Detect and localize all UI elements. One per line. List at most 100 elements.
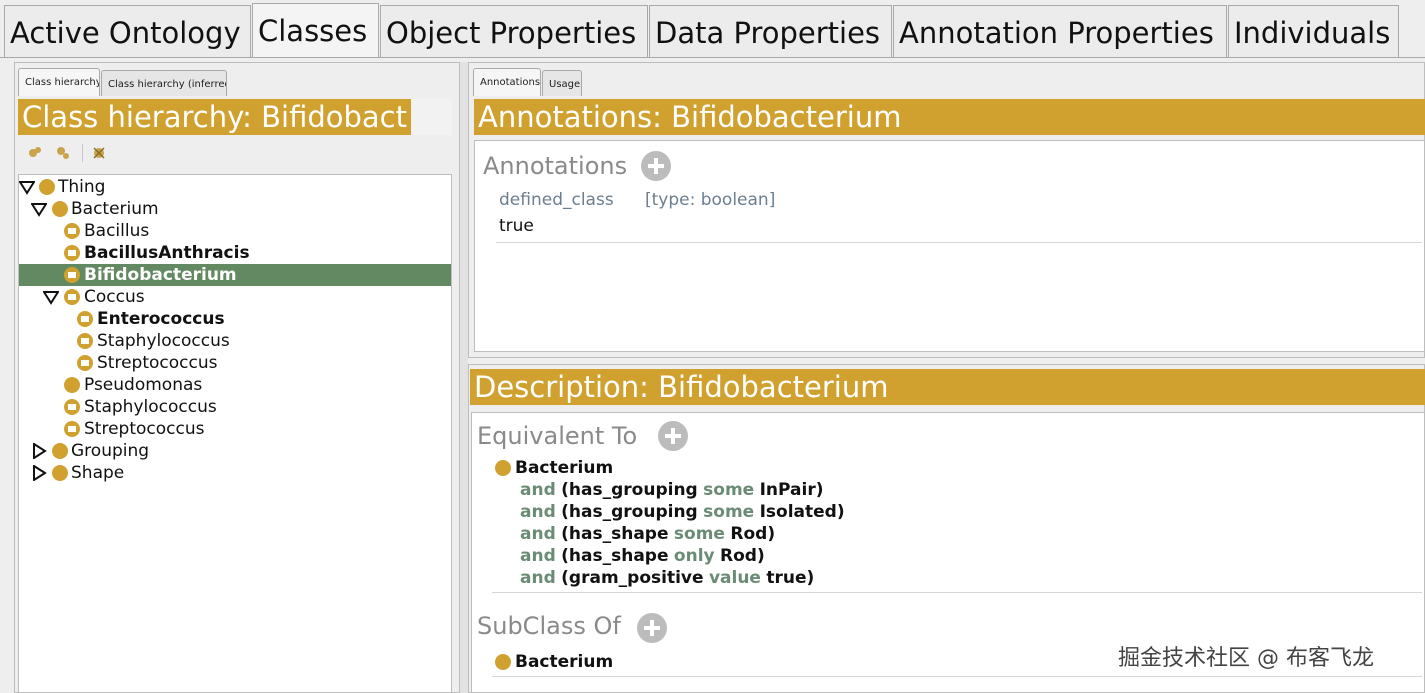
keyword-and: and: [520, 502, 556, 522]
defined-class-icon: [77, 311, 93, 327]
defined-class-icon: [77, 355, 93, 371]
keyword-and: and: [520, 546, 556, 566]
tab-class-hierarchy[interactable]: Class hierarchy: [18, 68, 100, 96]
tree-row-enterococcus[interactable]: Enterococcus: [19, 308, 451, 330]
collapsed-triangle-icon[interactable]: [31, 443, 47, 459]
equivalent-expression-line: and (has_grouping some Isolated): [520, 501, 845, 523]
defined-class-icon: [64, 267, 80, 283]
delete-class-icon[interactable]: [92, 146, 106, 160]
tab-usage[interactable]: Usage: [542, 70, 582, 96]
class-icon: [52, 201, 68, 217]
add-subclass-icon[interactable]: [28, 146, 42, 160]
collapsed-triangle-icon[interactable]: [31, 465, 47, 481]
tree-item-label: Bifidobacterium: [84, 265, 237, 285]
panel-splitter[interactable]: [460, 62, 468, 693]
expression-part: (has_grouping: [561, 480, 698, 500]
annotations-section-title: Annotations: [483, 152, 628, 180]
equivalent-expression-line: and (has_shape some Rod): [520, 523, 775, 545]
tab-annotation-properties[interactable]: Annotation Properties: [893, 5, 1227, 57]
equivalent-class-name[interactable]: Bacterium: [515, 457, 613, 479]
tab-object-properties[interactable]: Object Properties: [380, 5, 648, 57]
keyword-restriction: some: [703, 502, 755, 522]
annotations-header: Annotations: Bifidobacterium: [474, 99, 1425, 135]
keyword-restriction: some: [673, 524, 725, 544]
annotation-value[interactable]: true: [499, 215, 534, 237]
tree-row-thing[interactable]: Thing: [19, 176, 451, 198]
add-superclass-icon[interactable]: [637, 613, 667, 643]
keyword-restriction: only: [673, 546, 715, 566]
tree-row-staphylococcus[interactable]: Staphylococcus: [19, 396, 451, 418]
defined-class-icon: [64, 223, 80, 239]
subclass-of-class-name[interactable]: Bacterium: [515, 651, 613, 673]
toolbar-separator: [82, 144, 83, 162]
tree-row-streptococcus-coccus[interactable]: Streptococcus: [19, 352, 451, 374]
class-hierarchy-header: Class hierarchy: Bifidobact: [18, 99, 411, 135]
header-blank: [411, 99, 452, 135]
equivalent-to-title: Equivalent To: [477, 422, 638, 450]
defined-class-icon: [64, 245, 80, 261]
expression-filler: true): [766, 568, 815, 588]
defined-class-icon: [64, 289, 80, 305]
tab-annotations[interactable]: Annotations: [473, 68, 541, 96]
tree-row-staphylococcus-coccus[interactable]: Staphylococcus: [19, 330, 451, 352]
equivalent-expression-line: and (has_shape only Rod): [520, 545, 765, 567]
tree-item-label: BacillusAnthracis: [84, 243, 250, 263]
expression-part: (gram_positive: [561, 568, 704, 588]
add-sibling-icon[interactable]: [56, 146, 70, 160]
tree-item-label: Enterococcus: [97, 309, 225, 329]
tree-row-bacillus-anthracis[interactable]: BacillusAnthracis: [19, 242, 451, 264]
class-icon: [495, 654, 511, 670]
tree-item-label: Shape: [71, 463, 125, 483]
class-icon: [52, 443, 68, 459]
tab-data-properties[interactable]: Data Properties: [649, 5, 892, 57]
tree-row-bacillus[interactable]: Bacillus: [19, 220, 451, 242]
class-icon: [39, 179, 55, 195]
tree-row-coccus[interactable]: Coccus: [19, 286, 451, 308]
tab-bar-divider: [0, 57, 1425, 58]
keyword-restriction: some: [703, 480, 755, 500]
equivalent-expression-line: and (gram_positive value true): [520, 567, 814, 589]
add-equivalent-icon[interactable]: [658, 421, 688, 451]
tree-item-label: Grouping: [71, 441, 150, 461]
tab-active-ontology[interactable]: Active Ontology: [4, 5, 251, 57]
expand-triangle-icon[interactable]: [43, 289, 59, 305]
class-icon: [52, 465, 68, 481]
expression-filler: Rod): [730, 524, 776, 544]
annotation-type: [type: boolean]: [645, 190, 776, 210]
watermark: 掘金技术社区 @ 布客飞龙: [1118, 646, 1374, 671]
class-tree[interactable]: Thing Bacterium Bacillus BacillusAnthrac…: [18, 174, 452, 693]
tree-row-bacterium[interactable]: Bacterium: [19, 198, 451, 220]
tree-row-shape[interactable]: Shape: [19, 462, 451, 484]
keyword-and: and: [520, 568, 556, 588]
tree-item-label: Streptococcus: [97, 353, 218, 373]
subclass-of-title: SubClass Of: [477, 612, 621, 640]
class-icon: [495, 460, 511, 476]
tab-classes[interactable]: Classes: [252, 3, 379, 58]
keyword-restriction: value: [708, 568, 761, 588]
add-annotation-icon[interactable]: [641, 151, 671, 181]
tree-row-streptococcus[interactable]: Streptococcus: [19, 418, 451, 440]
expression-filler: Rod): [720, 546, 765, 566]
tree-row-bifidobacterium[interactable]: Bifidobacterium: [19, 264, 451, 286]
expression-part: (has_shape: [561, 524, 669, 544]
tree-item-label: Bacillus: [84, 221, 150, 241]
subclass-row-divider: [492, 676, 1422, 677]
expression-filler: Isolated): [759, 502, 845, 522]
tab-class-hierarchy-inferred[interactable]: Class hierarchy (inferred): [101, 70, 227, 96]
expression-filler: InPair): [759, 480, 824, 500]
tree-row-grouping[interactable]: Grouping: [19, 440, 451, 462]
annotation-property: defined_class: [499, 190, 614, 210]
tree-item-label: Thing: [58, 177, 106, 197]
expand-triangle-icon[interactable]: [31, 201, 47, 217]
tab-individuals[interactable]: Individuals: [1228, 5, 1399, 57]
expand-triangle-icon[interactable]: [19, 179, 35, 195]
defined-class-icon: [77, 333, 93, 349]
tree-item-label: Staphylococcus: [84, 397, 217, 417]
equivalent-row-divider: [492, 592, 1422, 593]
keyword-and: and: [520, 480, 556, 500]
tree-row-pseudomonas[interactable]: Pseudomonas: [19, 374, 451, 396]
tree-item-label: Coccus: [84, 287, 145, 307]
defined-class-icon: [64, 421, 80, 437]
equivalent-expression-line: and (has_grouping some InPair): [520, 479, 823, 501]
tree-item-label: Pseudomonas: [84, 375, 203, 395]
